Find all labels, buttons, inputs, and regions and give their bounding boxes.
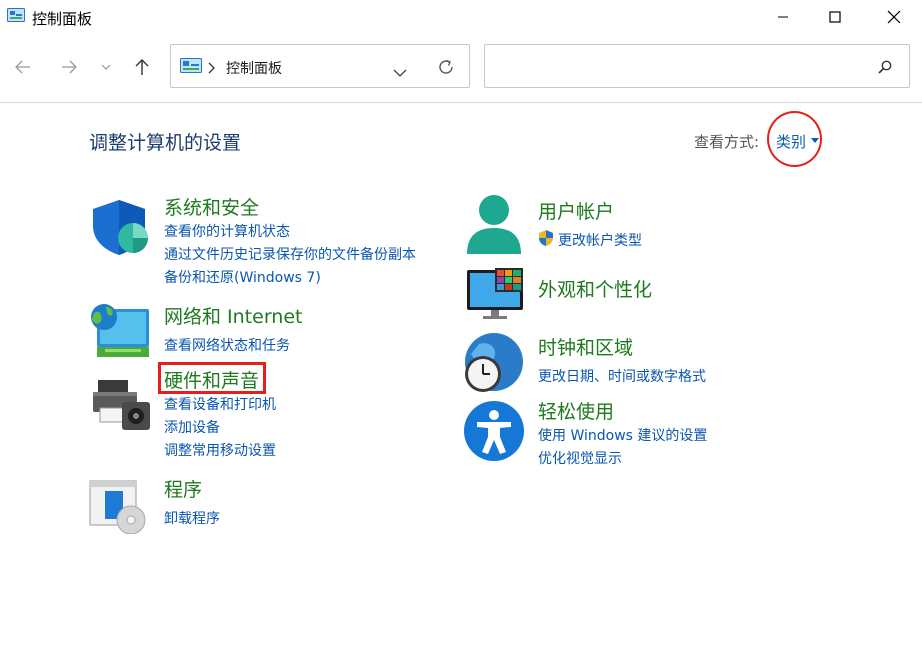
search-input[interactable] <box>485 45 877 89</box>
link-recommended-settings[interactable]: 使用 Windows 建议的设置 <box>538 425 707 445</box>
clock-icon[interactable] <box>463 332 525 398</box>
monitor-icon[interactable] <box>465 266 527 326</box>
control-panel-icon <box>180 58 202 78</box>
link-optimize-visual-display[interactable]: 优化视觉显示 <box>538 448 622 468</box>
refresh-button[interactable] <box>437 58 455 80</box>
programs-icon[interactable] <box>89 478 151 538</box>
title-bar: 控制面板 <box>0 0 922 34</box>
link-change-date-time-format[interactable]: 更改日期、时间或数字格式 <box>538 366 706 386</box>
address-bar[interactable]: 控制面板 <box>170 44 470 88</box>
back-button[interactable] <box>8 52 38 82</box>
maximize-icon <box>829 11 841 23</box>
back-arrow-icon <box>15 60 30 74</box>
link-add-device[interactable]: 添加设备 <box>164 417 220 437</box>
search-box[interactable] <box>484 44 910 89</box>
search-icon[interactable] <box>878 59 892 78</box>
link-network-status[interactable]: 查看网络状态和任务 <box>164 335 290 355</box>
maximize-button[interactable] <box>812 0 858 34</box>
close-button[interactable] <box>871 0 917 34</box>
breadcrumb-separator-icon <box>207 59 215 78</box>
link-backup-restore[interactable]: 备份和还原(Windows 7) <box>164 267 321 287</box>
chevron-down-icon <box>393 69 407 77</box>
annotation-rectangle <box>158 362 266 394</box>
up-button[interactable] <box>127 52 157 82</box>
forward-arrow-icon <box>62 60 77 74</box>
category-appearance-and-personalization[interactable]: 外观和个性化 <box>538 275 652 302</box>
link-uninstall-program[interactable]: 卸载程序 <box>164 508 220 528</box>
close-icon <box>887 10 901 24</box>
category-programs[interactable]: 程序 <box>164 475 202 502</box>
window-title: 控制面板 <box>32 10 93 28</box>
link-file-history-backup[interactable]: 通过文件历史记录保存你的文件备份副本 <box>164 244 416 264</box>
link-devices-and-printers[interactable]: 查看设备和打印机 <box>164 394 276 414</box>
recent-locations-button[interactable] <box>92 52 120 82</box>
toolbar-divider <box>0 102 922 103</box>
user-icon[interactable] <box>465 194 523 260</box>
category-network-and-internet[interactable]: 网络和 Internet <box>164 302 302 329</box>
network-icon[interactable] <box>89 301 153 363</box>
annotation-circle <box>767 111 822 167</box>
link-view-computer-status[interactable]: 查看你的计算机状态 <box>164 221 290 241</box>
minimize-icon <box>778 16 788 18</box>
accessibility-icon[interactable] <box>463 400 525 466</box>
link-change-account-type[interactable]: 更改帐户类型 <box>558 230 642 250</box>
printer-icon[interactable] <box>92 378 152 436</box>
category-user-accounts[interactable]: 用户帐户 <box>538 197 614 224</box>
control-panel-icon <box>7 8 25 24</box>
category-ease-of-access[interactable]: 轻松使用 <box>538 397 614 424</box>
up-arrow-icon <box>135 59 149 75</box>
refresh-icon <box>439 59 453 74</box>
link-mobility-settings[interactable]: 调整常用移动设置 <box>164 440 276 460</box>
chevron-down-icon <box>101 64 111 70</box>
shield-icon[interactable] <box>91 198 153 260</box>
address-dropdown-button[interactable] <box>393 62 407 81</box>
minimize-button[interactable] <box>760 0 806 34</box>
breadcrumb-control-panel[interactable]: 控制面板 <box>226 58 282 78</box>
category-system-and-security[interactable]: 系统和安全 <box>164 193 259 220</box>
uac-shield-icon <box>537 229 555 251</box>
page-title: 调整计算机的设置 <box>89 132 242 154</box>
category-clock-and-region[interactable]: 时钟和区域 <box>538 333 633 360</box>
forward-button[interactable] <box>54 52 84 82</box>
view-by-label: 查看方式: <box>694 133 760 151</box>
